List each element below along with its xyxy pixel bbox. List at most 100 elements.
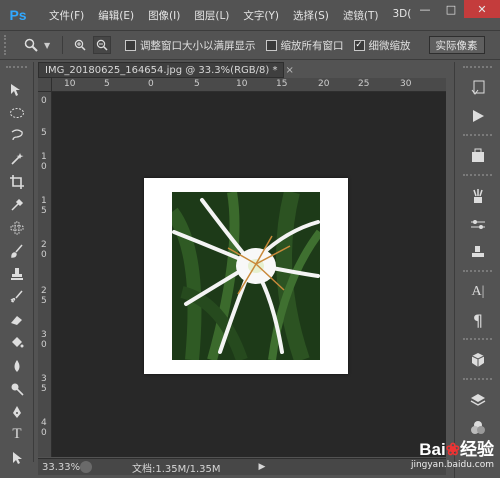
panel-grip[interactable]	[463, 134, 492, 138]
watermark: Bai❀经验 jingyan.baidu.com	[411, 435, 494, 470]
menu-file[interactable]: 文件(F)	[42, 8, 91, 23]
document-canvas[interactable]	[144, 178, 348, 374]
ruler-tick: 0	[148, 79, 154, 89]
zoom-all-windows-checkbox[interactable]	[265, 39, 277, 51]
layers-panel-icon[interactable]	[455, 386, 500, 414]
ruler-tick: 3	[41, 330, 47, 340]
vertical-ruler[interactable]: 0 5 1 0 1 5 2 0 2 5 3 0 3 5 4 0	[38, 92, 52, 457]
tools-panel: T	[0, 62, 34, 464]
ruler-tick: 15	[276, 79, 288, 89]
ruler-tick: 2	[41, 286, 47, 296]
menu-items: 文件(F) 编辑(E) 图像(I) 图层(L) 文字(Y) 选择(S) 滤镜(T…	[42, 8, 418, 23]
ruler-tick: 5	[104, 79, 110, 89]
ruler-tick: 0	[41, 96, 47, 106]
scrubby-zoom-checkbox[interactable]: ✓	[353, 39, 365, 51]
menu-type[interactable]: 文字(Y)	[236, 8, 286, 23]
horizontal-ruler[interactable]: 10 5 0 5 10 15 20 25 30	[52, 78, 446, 92]
status-menu-arrow-icon[interactable]: ▶	[259, 462, 266, 472]
type-icon[interactable]: T	[0, 423, 34, 446]
paragraph-panel-icon[interactable]: ¶	[455, 306, 500, 334]
brush-presets-icon[interactable]	[455, 182, 500, 210]
brush-icon[interactable]	[0, 239, 34, 262]
resize-windows-label: 调整窗口大小以满屏显示	[140, 39, 256, 52]
ruler-tick: 0	[41, 340, 47, 350]
chevron-down-icon[interactable]: ▼	[44, 41, 54, 50]
watermark-url: jingyan.baidu.com	[410, 460, 494, 470]
tools-grip[interactable]	[6, 66, 27, 74]
flower-photo	[172, 192, 320, 360]
panel-grip[interactable]	[463, 270, 492, 274]
menu-layer[interactable]: 图层(L)	[187, 8, 236, 23]
options-grip[interactable]	[4, 35, 10, 55]
history-panel-icon[interactable]	[455, 74, 500, 102]
ruler-tick: 5	[41, 206, 47, 216]
maximize-button[interactable]: □	[438, 0, 464, 18]
magic-wand-icon[interactable]	[0, 147, 34, 170]
zoom-in-icon[interactable]	[71, 36, 89, 54]
ruler-tick: 4	[41, 418, 47, 428]
menu-select[interactable]: 选择(S)	[286, 8, 336, 23]
pen-icon[interactable]	[0, 400, 34, 423]
window-controls: — □ ✕	[412, 0, 500, 18]
ruler-tick: 5	[194, 79, 200, 89]
resize-windows-checkbox[interactable]	[125, 39, 136, 51]
ruler-tick: 10	[64, 79, 76, 89]
panel-grip[interactable]	[463, 338, 492, 342]
eraser-icon[interactable]	[0, 308, 34, 331]
path-select-icon[interactable]	[0, 446, 34, 469]
ruler-tick: 30	[400, 79, 412, 89]
ruler-tick: 10	[236, 79, 248, 89]
ellipse-marquee-icon[interactable]	[0, 101, 34, 124]
actual-pixels-button[interactable]: 实际像素	[428, 36, 485, 54]
canvas-area[interactable]	[52, 92, 446, 457]
panel-grip[interactable]	[463, 66, 492, 70]
brand-prefix: Bai	[419, 440, 446, 459]
status-info-icon[interactable]	[80, 461, 92, 473]
brand-suffix: 经验	[460, 440, 494, 459]
scrubby-zoom-label: 细微缩放	[368, 39, 411, 52]
options-bar: ▼ 调整窗口大小以满屏显示 缩放所有窗口 ✓ 细微缩放 实际像素	[0, 30, 500, 60]
status-bar: 33.33% 文档:1.35M/1.35M ▶	[38, 458, 446, 475]
zoom-level[interactable]: 33.33%	[38, 462, 80, 473]
menu-filter[interactable]: 滤镜(T)	[336, 8, 386, 23]
character-panel-icon[interactable]: A|	[455, 278, 500, 306]
document-tab[interactable]: IMG_20180625_164654.jpg @ 33.3%(RGB/8) *…	[38, 62, 294, 78]
photoshop-logo: Ps	[9, 7, 27, 23]
move-icon[interactable]	[0, 78, 34, 101]
eyedropper-icon[interactable]	[0, 193, 34, 216]
crop-icon[interactable]	[0, 170, 34, 193]
divider	[62, 36, 63, 54]
paw-icon: ❀	[445, 440, 460, 459]
history-brush-icon[interactable]	[0, 285, 34, 308]
brush-panel-icon[interactable]	[455, 210, 500, 238]
zoom-tool-preset-icon[interactable]	[18, 34, 44, 56]
ruler-tick: 0	[41, 162, 47, 172]
actions-panel-icon[interactable]	[455, 102, 500, 130]
ruler-tick: 5	[41, 296, 47, 306]
ruler-tick: 1	[41, 196, 47, 206]
close-tab-icon[interactable]: ×	[285, 65, 293, 76]
panel-grip[interactable]	[463, 378, 492, 382]
close-button[interactable]: ✕	[464, 0, 500, 18]
blur-icon[interactable]	[0, 354, 34, 377]
menu-bar: Ps 文件(F) 编辑(E) 图像(I) 图层(L) 文字(Y) 选择(S) 滤…	[0, 0, 500, 30]
panel-grip[interactable]	[463, 174, 492, 178]
ruler-tick: 5	[41, 384, 47, 394]
menu-edit[interactable]: 编辑(E)	[91, 8, 141, 23]
clone-stamp-icon[interactable]	[0, 262, 34, 285]
clone-source-icon[interactable]	[455, 238, 500, 266]
ruler-corner	[38, 78, 52, 92]
dodge-icon[interactable]	[0, 377, 34, 400]
zoom-out-icon[interactable]	[93, 36, 111, 54]
baidu-jingyan-logo: Bai❀经验	[411, 435, 494, 460]
zoom-all-windows-label: 缩放所有窗口	[280, 39, 344, 52]
paint-bucket-icon[interactable]	[0, 331, 34, 354]
healing-brush-icon[interactable]	[0, 216, 34, 239]
3d-panel-icon[interactable]	[455, 346, 500, 374]
minimize-button[interactable]: —	[412, 0, 438, 18]
ruler-tick: 25	[358, 79, 370, 89]
lasso-icon[interactable]	[0, 124, 34, 147]
properties-panel-icon[interactable]	[455, 142, 500, 170]
ruler-tick: 5	[41, 128, 47, 138]
menu-image[interactable]: 图像(I)	[141, 8, 187, 23]
